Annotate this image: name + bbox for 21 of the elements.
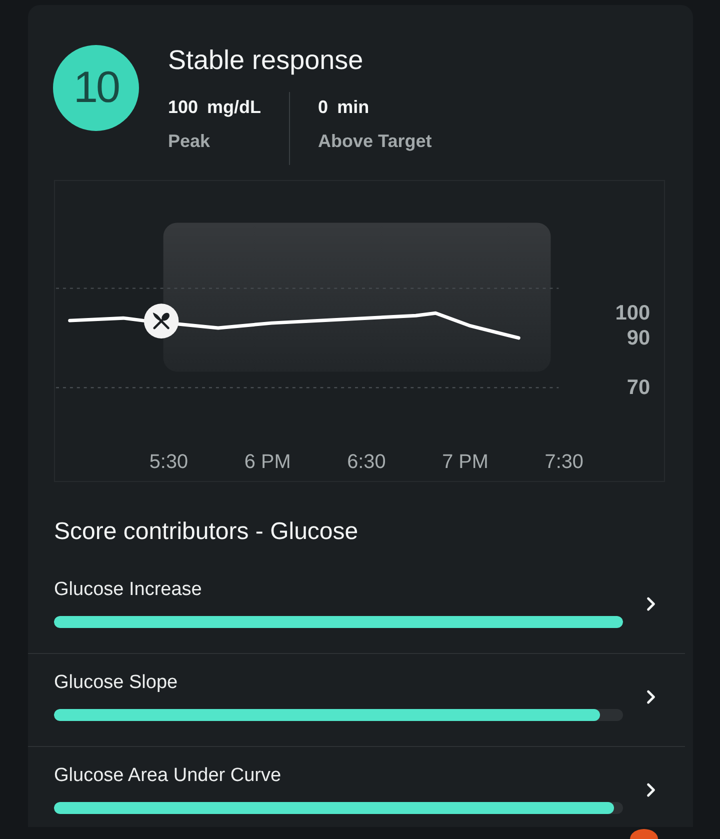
contributor-label: Glucose Slope <box>54 672 179 694</box>
section-title: Score contributors - Glucose <box>54 518 360 546</box>
x-axis-label: 6 PM <box>244 451 291 474</box>
x-axis-label: 7:30 <box>544 451 584 474</box>
y-axis-label: 90 <box>626 326 650 350</box>
stat-value: 100 <box>168 96 198 118</box>
response-title: Stable response <box>168 45 364 75</box>
x-axis-label: 5:30 <box>149 451 188 474</box>
score-circle: 10 <box>53 45 139 131</box>
utensils-icon[interactable] <box>144 304 179 338</box>
stat-value: 0 <box>318 96 328 118</box>
contributor-label: Glucose Increase <box>54 579 203 601</box>
stat-unit: mg/dL <box>207 96 262 118</box>
contributor-label: Glucose Area Under Curve <box>54 765 282 787</box>
stat-unit: min <box>337 96 370 118</box>
x-axis-label: 6:30 <box>347 451 386 474</box>
stat-label: Above Target <box>318 130 432 152</box>
x-axis-label: 7 PM <box>442 451 488 474</box>
y-axis-label: 70 <box>626 376 650 400</box>
y-axis-label: 100 <box>615 302 650 325</box>
stat-label: Peak <box>168 130 212 152</box>
